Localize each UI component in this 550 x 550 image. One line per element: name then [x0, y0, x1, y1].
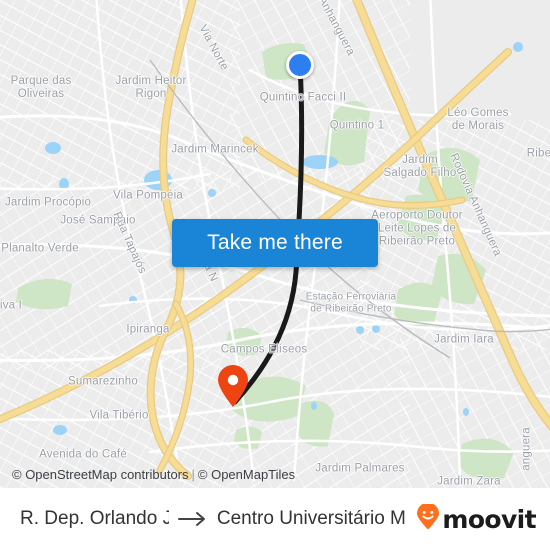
attribution-openstreetmap[interactable]: © OpenStreetMap contributors — [12, 467, 189, 482]
map-attribution: © OpenStreetMap contributors | © OpenMapTi… — [0, 462, 550, 488]
origin-dot-marker[interactable] — [286, 51, 314, 79]
route-summary: R. Dep. Orlando Jurc… Centro Universitár… — [20, 508, 406, 530]
route-footer-bar: R. Dep. Orlando Jurc… Centro Universitár… — [0, 488, 550, 550]
moovit-pin-icon — [416, 502, 440, 535]
attribution-separator: | — [191, 467, 195, 482]
attribution-openmaptiles[interactable]: © OpenMapTiles — [198, 467, 295, 482]
arrow-right-icon — [177, 511, 208, 527]
footer-destination-label: Centro Universitário Moura … — [216, 508, 406, 529]
destination-pin-marker[interactable] — [216, 364, 250, 408]
moovit-map-screen: Parque das Oliveiras Jardim Heitor Rigon J… — [0, 0, 550, 550]
moovit-logo[interactable]: moovit — [416, 502, 537, 535]
map-pin-icon — [218, 365, 248, 407]
footer-origin-label: R. Dep. Orlando Jurc… — [20, 508, 169, 529]
moovit-wordmark: moovit — [442, 504, 536, 534]
take-me-there-button[interactable]: Take me there — [172, 219, 378, 267]
map-canvas[interactable]: Parque das Oliveiras Jardim Heitor Rigon J… — [0, 0, 550, 488]
